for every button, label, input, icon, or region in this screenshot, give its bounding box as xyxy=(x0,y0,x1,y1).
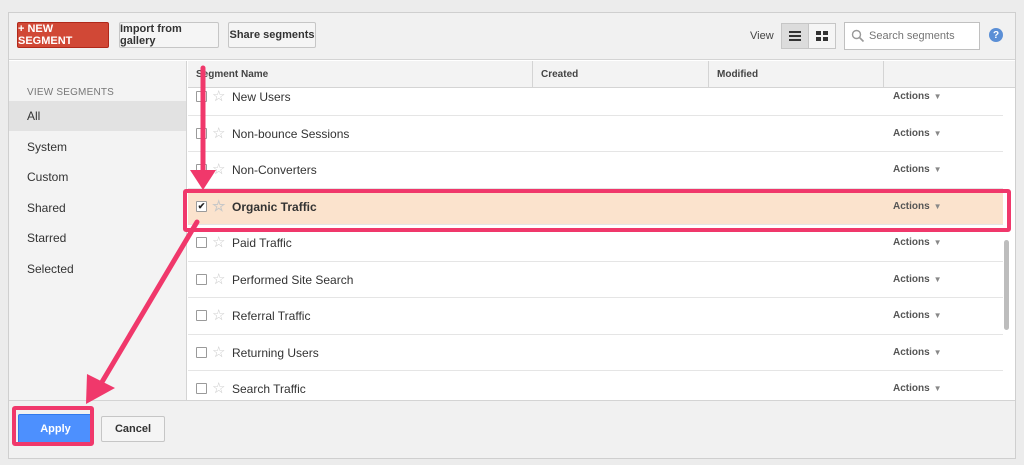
import-from-gallery-button[interactable]: Import from gallery xyxy=(119,22,219,48)
segment-name: Performed Site Search xyxy=(232,272,354,287)
share-segments-button[interactable]: Share segments xyxy=(228,22,316,48)
row-checkbox-checked[interactable]: ✔ xyxy=(196,200,207,212)
sidebar-item-shared[interactable]: Shared xyxy=(9,193,186,223)
actions-label: Actions xyxy=(893,237,930,248)
sidebar-item-custom[interactable]: Custom xyxy=(9,162,186,192)
sidebar-item-selected[interactable]: Selected xyxy=(9,254,186,284)
caret-down-icon: ▼ xyxy=(933,384,942,393)
row-checkbox[interactable] xyxy=(196,237,207,248)
star-icon[interactable]: ☆ xyxy=(212,343,225,361)
segment-name: Search Traffic xyxy=(232,382,306,396)
cancel-button[interactable]: Cancel xyxy=(101,416,165,442)
help-icon[interactable]: ? xyxy=(989,28,1003,42)
actions-label: Actions xyxy=(893,310,930,321)
apply-button[interactable]: Apply xyxy=(18,414,93,444)
actions-dropdown[interactable]: Actions ▼ xyxy=(893,310,942,321)
segment-name: Referral Traffic xyxy=(232,309,311,323)
star-icon[interactable]: ☆ xyxy=(212,233,225,251)
segment-name: Paid Traffic xyxy=(232,236,292,250)
actions-dropdown[interactable]: Actions ▼ xyxy=(893,237,942,248)
search-icon xyxy=(851,29,865,43)
star-icon[interactable]: ☆ xyxy=(212,306,225,324)
actions-dropdown[interactable]: Actions ▼ xyxy=(893,347,942,358)
table-row[interactable]: ☆ Search Traffic Actions ▼ xyxy=(188,371,1003,400)
segment-name: Returning Users xyxy=(232,345,319,360)
actions-dropdown[interactable]: Actions ▼ xyxy=(893,91,942,102)
table-row[interactable]: ☆ Non-bounce Sessions Actions ▼ xyxy=(188,116,1003,152)
star-icon[interactable]: ☆ xyxy=(212,160,225,178)
segment-name: Non-bounce Sessions xyxy=(232,126,350,141)
actions-dropdown[interactable]: Actions ▼ xyxy=(893,274,942,285)
segment-name: Non-Converters xyxy=(232,163,317,177)
caret-down-icon: ▼ xyxy=(933,128,942,138)
actions-label: Actions xyxy=(893,164,930,175)
sidebar: VIEW SEGMENTS All System Custom Shared S… xyxy=(9,61,187,400)
star-icon[interactable]: ☆ xyxy=(212,124,225,142)
actions-label: Actions xyxy=(893,383,930,394)
search-input[interactable] xyxy=(869,30,979,42)
star-icon[interactable]: ☆ xyxy=(212,379,225,397)
row-checkbox[interactable] xyxy=(196,273,207,285)
actions-dropdown[interactable]: Actions ▼ xyxy=(893,383,942,394)
row-checkbox[interactable] xyxy=(196,346,207,358)
table-rows: ☆ New Users Actions ▼ ☆ Non-bounce Sessio… xyxy=(188,88,1003,400)
table-row[interactable]: ☆ Returning Users Actions ▼ xyxy=(188,335,1003,371)
list-view-toggle[interactable] xyxy=(781,23,809,49)
row-checkbox[interactable] xyxy=(196,383,207,394)
actions-dropdown[interactable]: Actions ▼ xyxy=(893,164,942,175)
sidebar-item-system[interactable]: System xyxy=(9,132,186,162)
segment-name: New Users xyxy=(232,90,291,104)
search-box xyxy=(844,22,980,50)
actions-label: Actions xyxy=(893,346,930,358)
caret-down-icon: ▼ xyxy=(933,238,942,247)
row-checkbox[interactable] xyxy=(196,91,207,102)
actions-label: Actions xyxy=(893,200,930,212)
table-scrollbar[interactable] xyxy=(1004,240,1009,330)
segment-picker-panel: + NEW SEGMENT Import from gallery Share … xyxy=(8,12,1016,459)
caret-down-icon: ▼ xyxy=(933,274,942,284)
row-checkbox[interactable] xyxy=(196,127,207,139)
grid-view-icon xyxy=(816,31,828,41)
actions-label: Actions xyxy=(893,127,930,139)
sidebar-item-all[interactable]: All xyxy=(9,101,186,131)
table-row[interactable]: ☆ Paid Traffic Actions ▼ xyxy=(188,225,1003,262)
actions-dropdown[interactable]: Actions ▼ xyxy=(893,201,942,212)
caret-down-icon: ▼ xyxy=(933,347,942,357)
new-segment-button[interactable]: + NEW SEGMENT xyxy=(17,22,109,48)
footer: Apply Cancel xyxy=(9,400,1015,458)
grid-view-toggle[interactable] xyxy=(808,23,836,49)
caret-down-icon: ▼ xyxy=(933,165,942,174)
table-row[interactable]: ☆ Non-Converters Actions ▼ xyxy=(188,152,1003,189)
actions-label: Actions xyxy=(893,91,930,102)
sidebar-item-starred[interactable]: Starred xyxy=(9,223,186,253)
star-icon[interactable]: ☆ xyxy=(212,87,225,105)
star-icon[interactable]: ☆ xyxy=(212,197,225,215)
view-label: View xyxy=(750,30,774,42)
actions-dropdown[interactable]: Actions ▼ xyxy=(893,128,942,139)
toolbar: + NEW SEGMENT Import from gallery Share … xyxy=(9,13,1015,60)
table-row-selected[interactable]: ✔ ☆ Organic Traffic Actions ▼ xyxy=(188,188,1003,225)
caret-down-icon: ▼ xyxy=(933,201,942,211)
segments-table: Segment Name Created Modified ☆ New User… xyxy=(188,61,1015,400)
table-row[interactable]: ☆ New Users Actions ▼ xyxy=(188,79,1003,116)
segment-name: Organic Traffic xyxy=(232,199,317,214)
table-row[interactable]: ☆ Referral Traffic Actions ▼ xyxy=(188,298,1003,335)
actions-label: Actions xyxy=(893,273,930,285)
caret-down-icon: ▼ xyxy=(933,92,942,101)
row-checkbox[interactable] xyxy=(196,310,207,321)
table-row[interactable]: ☆ Performed Site Search Actions ▼ xyxy=(188,262,1003,298)
sidebar-heading: VIEW SEGMENTS xyxy=(27,87,115,98)
star-icon[interactable]: ☆ xyxy=(212,270,225,288)
list-view-icon xyxy=(789,31,801,41)
caret-down-icon: ▼ xyxy=(933,311,942,320)
row-checkbox[interactable] xyxy=(196,164,207,175)
